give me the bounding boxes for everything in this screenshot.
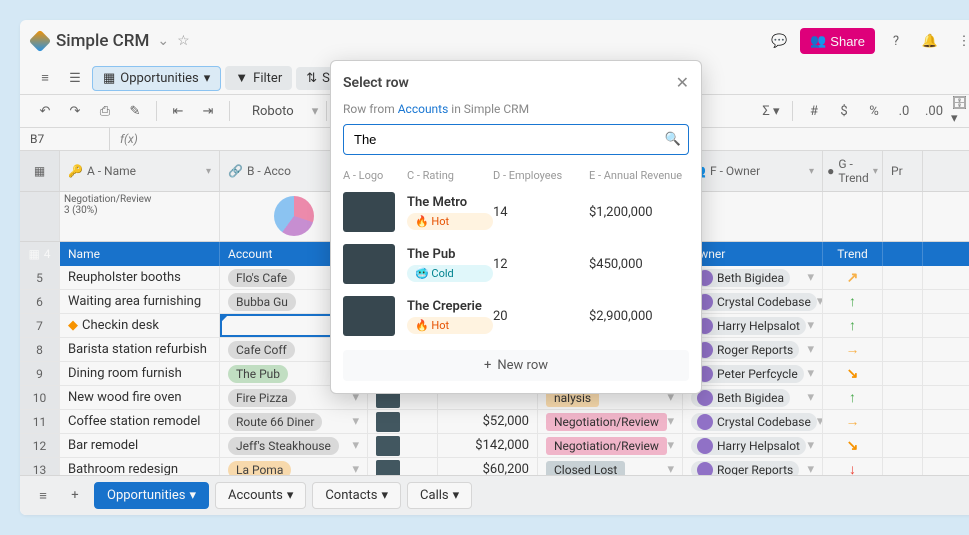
new-row-button[interactable]: + New row [343, 350, 689, 381]
result-row[interactable]: The Metro 🔥 Hot 14 $1,200,000 [343, 186, 689, 238]
app-window: Simple CRM ⌄ ☆ 💬 👥 Share ? 🔔 ⋮ ≡ ☰ ▦ Opp… [20, 20, 969, 515]
result-row[interactable]: The Pub 🥶 Cold 12 $450,000 [343, 238, 689, 290]
result-logo [343, 192, 395, 232]
result-logo [343, 244, 395, 284]
accounts-link[interactable]: Accounts [398, 102, 449, 116]
employees-value: 12 [493, 257, 589, 272]
employees-value: 14 [493, 205, 589, 220]
revenue-value: $450,000 [589, 257, 643, 272]
revenue-value: $1,200,000 [589, 205, 653, 220]
search-input[interactable] [343, 124, 689, 155]
result-logo [343, 296, 395, 336]
select-row-modal: Select row ✕ Row from Accounts in Simple… [330, 60, 702, 394]
rating-badge: 🔥 Hot [407, 213, 493, 230]
rating-badge: 🥶 Cold [407, 265, 493, 282]
employees-value: 20 [493, 309, 589, 324]
modal-subtitle: Row from Accounts in Simple CRM [343, 102, 689, 116]
result-row[interactable]: The Creperie 🔥 Hot 20 $2,900,000 [343, 290, 689, 342]
modal-title: Select row [343, 75, 409, 91]
modal-column-headers: A - Logo C - Rating D - Employees E - An… [343, 165, 689, 186]
rating-badge: 🔥 Hot [407, 317, 493, 334]
revenue-value: $2,900,000 [589, 309, 653, 324]
result-name: The Pub [407, 247, 493, 262]
result-name: The Creperie [407, 299, 493, 314]
result-name: The Metro [407, 195, 493, 210]
close-icon[interactable]: ✕ [676, 73, 689, 92]
search-icon: 🔍 [665, 132, 681, 147]
